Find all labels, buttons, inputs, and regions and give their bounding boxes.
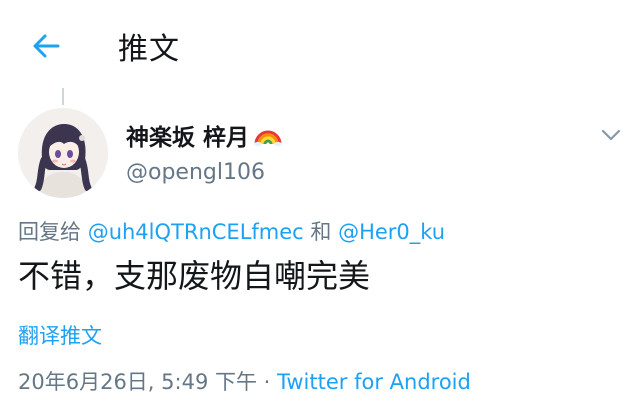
arrow-left-icon	[33, 34, 60, 58]
tweet-text: 不错，支那废物自嘲完美	[18, 257, 371, 295]
thread-connector	[62, 88, 64, 105]
tweet-meta: 20年6月26日, 5:49 下午 · Twitter for Android	[18, 366, 471, 396]
more-options-button[interactable]	[596, 120, 626, 150]
page-title: 推文	[118, 32, 180, 67]
reply-conjunction: 和	[303, 220, 339, 244]
display-name[interactable]: 神楽坂 梓月	[126, 118, 283, 152]
avatar[interactable]	[18, 108, 108, 198]
display-name-text: 神楽坂 梓月	[126, 125, 250, 151]
reply-mention-link[interactable]: @Her0_ku	[338, 220, 445, 244]
chevron-down-icon	[601, 129, 621, 141]
rainbow-emoji-icon	[254, 130, 283, 146]
replying-to: 回复给 @uh4lQTRnCELfmec 和 @Her0_ku	[18, 216, 445, 246]
back-button[interactable]	[28, 28, 64, 64]
top-app-bar: 推文	[0, 0, 640, 88]
avatar-illustration	[18, 108, 108, 198]
reply-prefix: 回复给	[18, 220, 88, 244]
timestamp: 20年6月26日, 5:49 下午	[18, 370, 257, 394]
meta-separator: ·	[257, 370, 278, 394]
reply-mention-link[interactable]: @uh4lQTRnCELfmec	[88, 220, 304, 244]
tweet-source-link[interactable]: Twitter for Android	[277, 370, 471, 394]
translate-tweet-link[interactable]: 翻译推文	[18, 320, 102, 350]
user-handle[interactable]: @opengl106	[126, 160, 265, 185]
